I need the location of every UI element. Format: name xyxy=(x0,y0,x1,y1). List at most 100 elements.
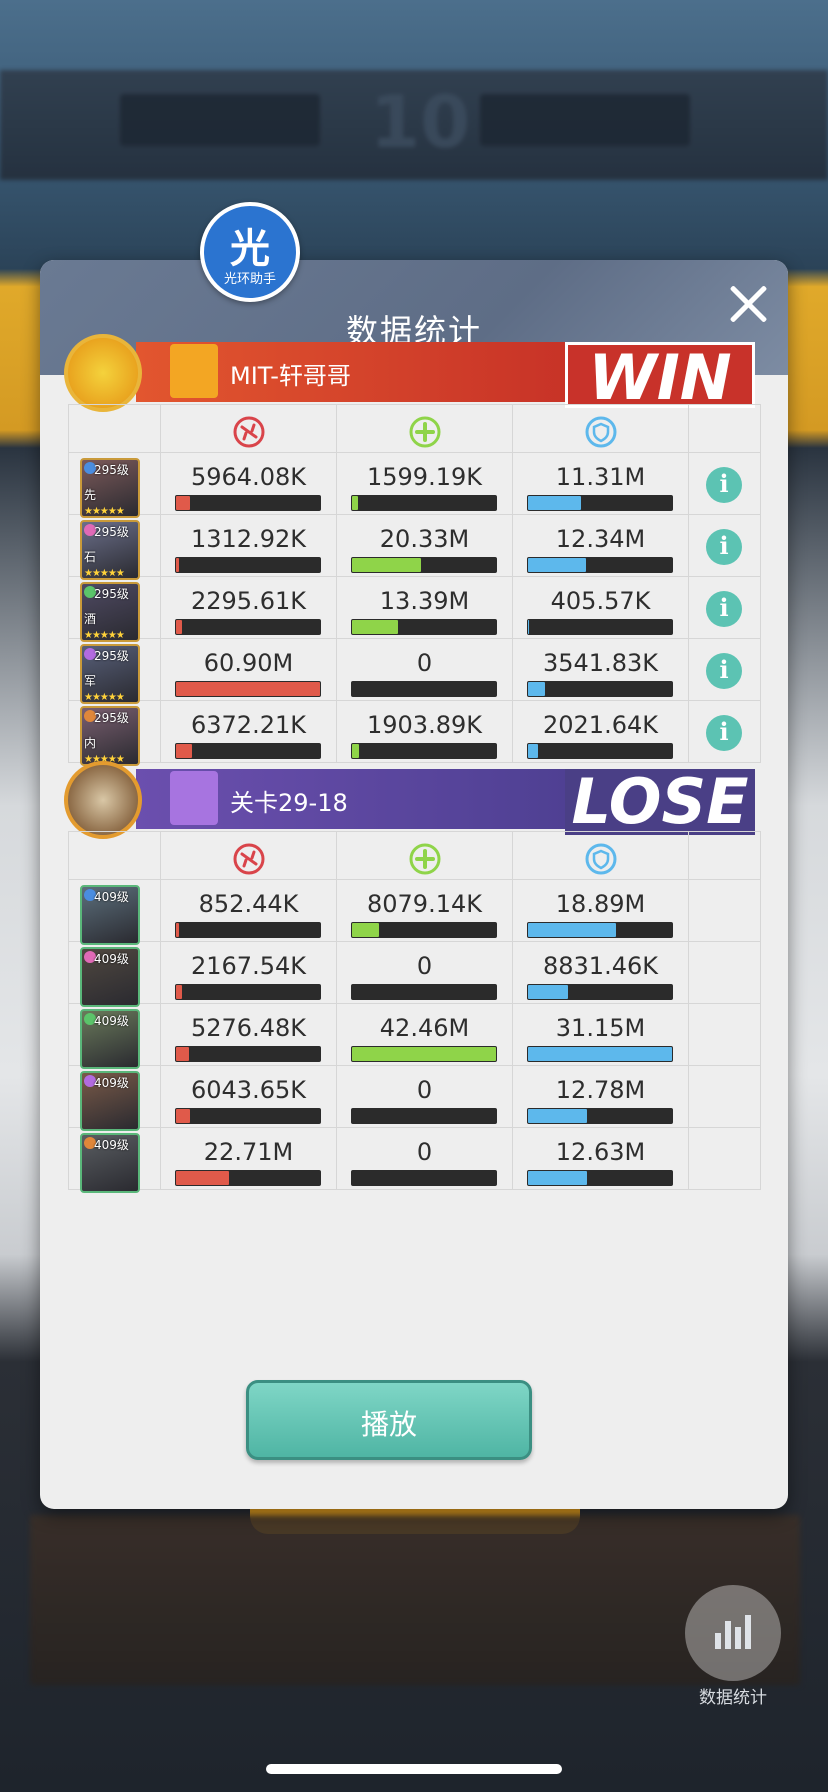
bar-chart-icon xyxy=(715,1615,751,1649)
stat-bar-fill xyxy=(528,1171,587,1185)
home-indicator[interactable] xyxy=(266,1764,562,1774)
hero-level: 295级 xyxy=(94,525,129,539)
hero-portrait[interactable]: 409级 xyxy=(80,947,140,1007)
header-cell xyxy=(69,832,161,880)
hero-cell: 409级 xyxy=(69,880,161,945)
stat-bar-fill xyxy=(528,682,545,696)
stat-value: 6043.65K xyxy=(191,1076,306,1104)
stat-bar xyxy=(527,619,673,635)
stat-cell: 1903.89K xyxy=(337,701,513,763)
stat-value: 1312.92K xyxy=(191,525,306,553)
header-cell xyxy=(161,405,337,453)
stat-value: 11.31M xyxy=(555,463,646,491)
stat-cell: 42.46M xyxy=(337,1004,513,1066)
stat-value: 13.39M xyxy=(379,587,470,615)
stat-bar xyxy=(351,1170,497,1186)
stat-value: 2167.54K xyxy=(191,952,306,980)
hero-portrait[interactable]: 409级 xyxy=(80,885,140,945)
team-flag-icon xyxy=(170,771,218,825)
hero-portrait[interactable]: 295级 石 ★★★★★ xyxy=(80,520,140,580)
stat-bar xyxy=(351,495,497,511)
stat-cell: 8079.14K xyxy=(337,880,513,942)
table-row: 295级 军 ★★★★★ 60.90M 0 3541.83K i xyxy=(69,639,761,704)
hero-portrait[interactable]: 409级 xyxy=(80,1071,140,1131)
stat-bar xyxy=(175,743,321,759)
hero-level: 295级 xyxy=(94,463,129,477)
stat-cell: 31.15M xyxy=(513,1004,689,1066)
stat-value: 5276.48K xyxy=(191,1014,306,1042)
info-icon[interactable]: i xyxy=(706,715,742,751)
info-icon[interactable]: i xyxy=(706,467,742,503)
stat-cell: 2295.61K xyxy=(161,577,337,639)
stat-bar xyxy=(527,1108,673,1124)
stat-bar-fill xyxy=(528,1047,672,1061)
hero-level: 409级 xyxy=(94,890,129,904)
team-avatar xyxy=(64,334,142,412)
badge-subtitle: 光环助手 xyxy=(223,272,276,287)
stat-bar-fill xyxy=(528,1109,587,1123)
team-banner-2: 关卡29-18 LOSE xyxy=(40,761,788,839)
hero-portrait[interactable]: 295级 内 ★★★★★ xyxy=(80,706,140,766)
stat-bar xyxy=(351,557,497,573)
stat-cell: 13.39M xyxy=(337,577,513,639)
stat-value: 0 xyxy=(416,1138,433,1166)
hero-class: 军 xyxy=(84,674,97,688)
stat-bar-fill xyxy=(352,1047,496,1061)
stat-value: 22.71M xyxy=(203,1138,294,1166)
hero-portrait[interactable]: 295级 先 ★★★★★ xyxy=(80,458,140,518)
hero-class: 石 xyxy=(84,550,97,564)
stats-floating-button[interactable]: 数据统计 xyxy=(685,1585,781,1708)
team-avatar xyxy=(64,761,142,839)
shield-icon xyxy=(584,842,618,876)
hero-cell: 409级 xyxy=(69,1004,161,1069)
stat-bar xyxy=(351,1046,497,1062)
hero-cell: 409级 xyxy=(69,1128,161,1193)
stat-value: 42.46M xyxy=(379,1014,470,1042)
info-icon[interactable]: i xyxy=(706,529,742,565)
play-button[interactable]: 播放 xyxy=(246,1380,532,1460)
shield-icon xyxy=(584,415,618,449)
heal-icon xyxy=(408,842,442,876)
stat-bar xyxy=(175,619,321,635)
close-icon[interactable] xyxy=(726,282,770,326)
stat-cell: 12.63M xyxy=(513,1128,689,1190)
table-row: 295级 内 ★★★★★ 6372.21K 1903.89K 2021.64K xyxy=(69,701,761,766)
hero-level: 409级 xyxy=(94,1014,129,1028)
stat-bar xyxy=(527,922,673,938)
info-glyph: i xyxy=(719,593,729,622)
info-icon[interactable]: i xyxy=(706,653,742,689)
stat-value: 2295.61K xyxy=(191,587,306,615)
info-cell xyxy=(689,1128,761,1190)
stat-value: 0 xyxy=(416,1076,433,1104)
stat-bar-fill xyxy=(528,496,581,510)
hero-cell: 409级 xyxy=(69,942,161,1007)
stat-cell: 12.78M xyxy=(513,1066,689,1128)
stat-cell: 0 xyxy=(337,639,513,701)
stat-bar-fill xyxy=(176,682,320,696)
stat-bar-fill xyxy=(176,1171,229,1185)
team-stats-table-1: 295级 先 ★★★★★ 5964.08K 1599.19K 11.31M i xyxy=(68,404,761,766)
info-icon[interactable]: i xyxy=(706,591,742,627)
stat-cell: 18.89M xyxy=(513,880,689,942)
stat-cell: 1599.19K xyxy=(337,453,513,515)
stat-bar-fill xyxy=(528,985,568,999)
hero-portrait[interactable]: 409级 xyxy=(80,1133,140,1193)
stat-bar xyxy=(175,681,321,697)
stat-bar xyxy=(175,984,321,1000)
stat-cell: 5276.48K xyxy=(161,1004,337,1066)
stat-bar xyxy=(527,1170,673,1186)
hero-portrait[interactable]: 295级 军 ★★★★★ xyxy=(80,644,140,704)
table-row: 295级 先 ★★★★★ 5964.08K 1599.19K 11.31M i xyxy=(69,453,761,518)
hero-class: 酒 xyxy=(84,612,97,626)
hero-portrait[interactable]: 409级 xyxy=(80,1009,140,1069)
stat-cell: 11.31M xyxy=(513,453,689,515)
hero-portrait[interactable]: 295级 酒 ★★★★★ xyxy=(80,582,140,642)
stat-bar xyxy=(175,495,321,511)
hero-level: 295级 xyxy=(94,587,129,601)
stat-bar-fill xyxy=(176,620,182,634)
stat-bar xyxy=(175,1046,321,1062)
stat-bar-fill xyxy=(176,744,192,758)
stat-cell: 0 xyxy=(337,1066,513,1128)
info-cell xyxy=(689,1004,761,1066)
stat-bar-fill xyxy=(352,923,379,937)
